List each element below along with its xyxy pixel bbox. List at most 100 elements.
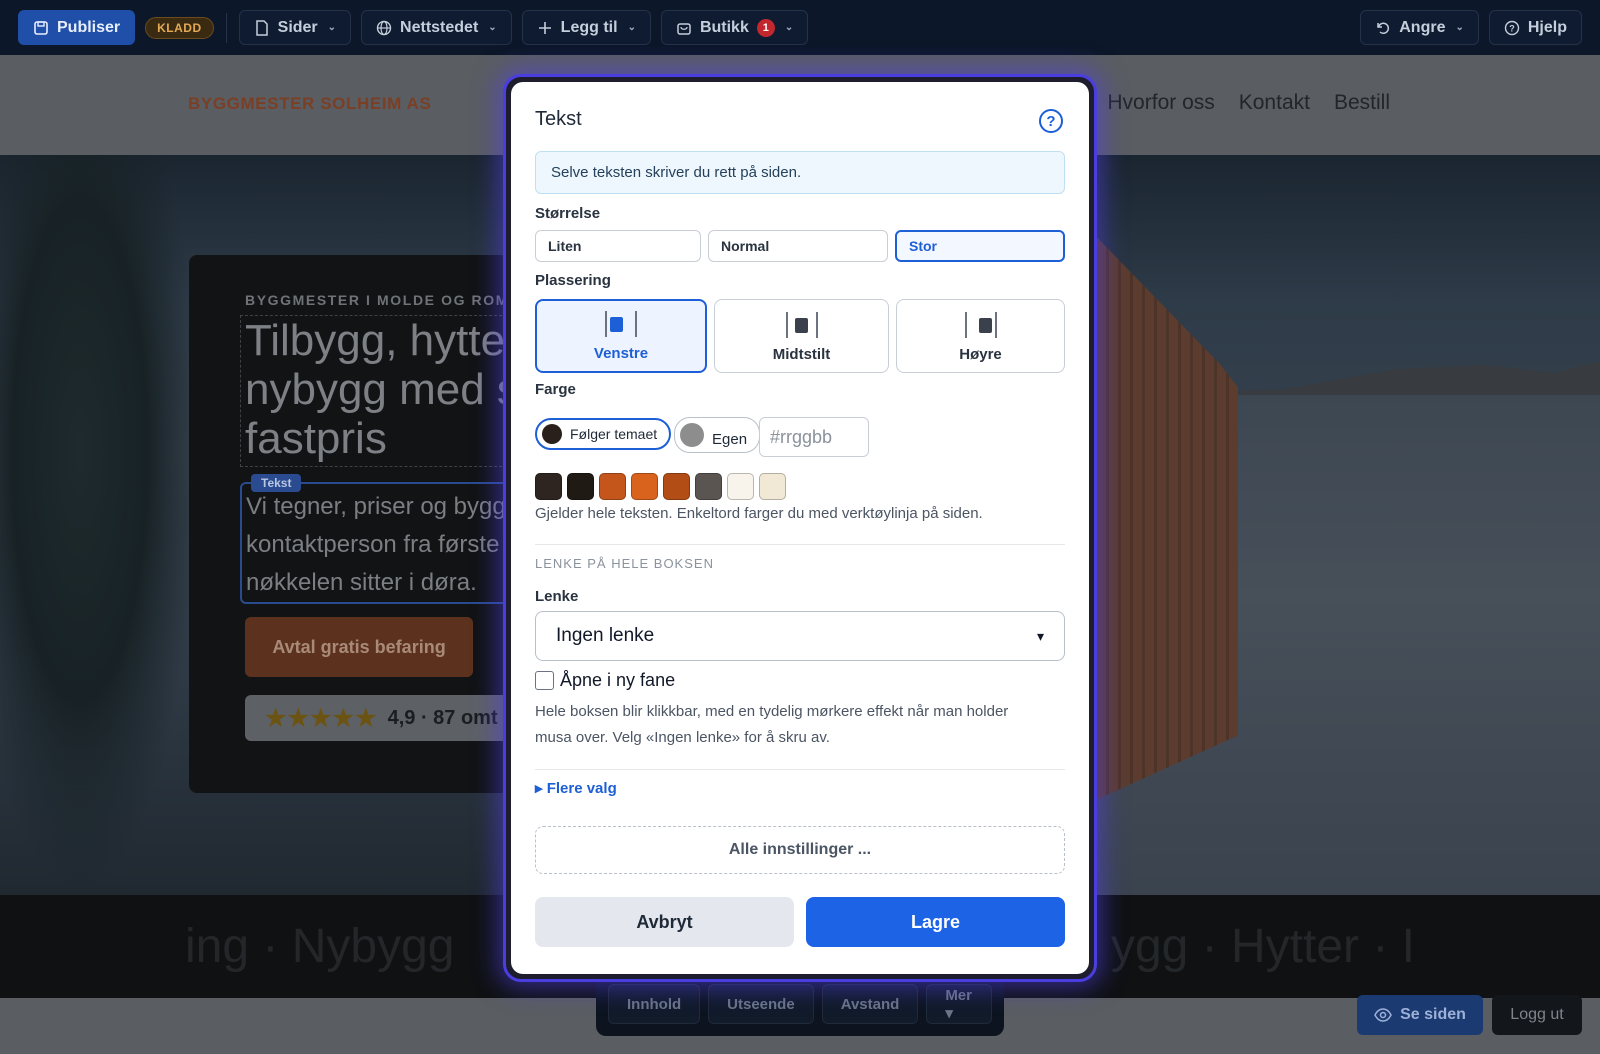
shop-label: Butikk	[699, 18, 749, 36]
help-circle-icon: ?	[1504, 20, 1520, 35]
nav-item-order[interactable]: Bestill	[1334, 91, 1390, 115]
color-note: Gjelder hele teksten. Enkeltord farger d…	[535, 505, 983, 522]
align-left-icon	[605, 311, 637, 337]
placement-left-button[interactable]: Venstre	[535, 299, 707, 373]
size-label: Størrelse	[535, 205, 601, 222]
align-center-icon	[785, 312, 818, 338]
link-section-heading: LENKE PÅ HELE BOKSEN	[535, 556, 714, 571]
hero-headline[interactable]: Tilbygg, hytter nybygg med s fastpris	[240, 315, 512, 467]
nav-item-why-us[interactable]: Hvorfor oss	[1107, 91, 1214, 115]
site-label: Nettstedet	[400, 18, 479, 36]
hero-kicker[interactable]: BYGGMESTER I MOLDE OG ROMSD	[245, 292, 513, 308]
save-button[interactable]: Lagre	[806, 897, 1065, 947]
custom-label: Egen	[712, 430, 748, 448]
color-swatch[interactable]	[663, 473, 690, 500]
add-menu-button[interactable]: Legg til ⌄	[521, 10, 651, 45]
link-select-value: Ingen lenke	[556, 625, 655, 646]
shop-count-badge: 1	[756, 18, 775, 37]
chevron-down-icon: ⌄	[488, 22, 497, 33]
add-label: Legg til	[560, 18, 618, 36]
save-icon	[34, 20, 48, 35]
new-tab-checkbox-row[interactable]: Åpne i ny fane	[535, 670, 675, 691]
undo-icon	[1377, 22, 1390, 34]
shopping-bag-icon	[677, 22, 691, 35]
placement-left-label: Venstre	[593, 345, 649, 362]
color-swatches	[535, 473, 786, 500]
undo-button[interactable]: Angre ⌄	[1360, 10, 1479, 45]
tab-more[interactable]: Mer ▾	[926, 984, 992, 1024]
marquee-text-right: ygg · Hytter · I	[1110, 920, 1415, 973]
color-swatch[interactable]	[567, 473, 594, 500]
info-box: Selve teksten skriver du rett på siden.	[535, 151, 1065, 194]
publish-button[interactable]: Publiser	[18, 10, 136, 45]
color-swatch[interactable]	[759, 473, 786, 500]
follow-theme-label: Følger temaet	[570, 426, 658, 442]
chevron-down-icon: ⌄	[1455, 22, 1464, 33]
tab-spacing[interactable]: Avstand	[821, 984, 919, 1024]
color-follow-theme-chip[interactable]: Følger temaet	[535, 418, 672, 450]
plus-icon	[538, 21, 551, 34]
link-label: Lenke	[535, 588, 579, 605]
color-swatch[interactable]	[535, 473, 562, 500]
nav-item-contact[interactable]: Kontakt	[1239, 91, 1310, 115]
color-swatch[interactable]	[599, 473, 626, 500]
color-swatch[interactable]	[695, 473, 722, 500]
shop-menu-button[interactable]: Butikk 1 ⌄	[660, 10, 809, 45]
view-site-label: Se siden	[1400, 1006, 1466, 1023]
size-option-large[interactable]: Stor	[895, 230, 1065, 262]
align-right-icon	[964, 312, 997, 338]
logout-button[interactable]: Logg ut	[1492, 995, 1582, 1035]
draft-badge: KLADD	[145, 16, 214, 39]
help-button[interactable]: ? Hjelp	[1488, 10, 1582, 45]
hero-cta-button[interactable]: Avtal gratis befaring	[245, 617, 473, 677]
chevron-down-icon: ▾	[1036, 627, 1044, 644]
more-options-toggle[interactable]: ▸ Flere valg	[535, 779, 617, 797]
help-icon[interactable]: ?	[1039, 109, 1063, 133]
hero-body-text-selected[interactable]: Vi tegner, priser og bygg kontaktperson …	[240, 482, 520, 604]
theme-color-dot	[542, 424, 562, 444]
tab-content[interactable]: Innhold	[608, 984, 701, 1024]
pages-label: Sider	[277, 18, 318, 36]
editor-toolbar: Publiser KLADD Sider ⌄ Nettstedet ⌄ Legg…	[0, 0, 1600, 55]
divider	[535, 544, 1065, 545]
color-custom-chip[interactable]: Egen	[674, 417, 761, 453]
hex-color-input[interactable]: #rrggbb	[759, 417, 869, 457]
color-swatch[interactable]	[631, 473, 658, 500]
link-select[interactable]: Ingen lenke ▾	[535, 611, 1065, 661]
color-swatch[interactable]	[727, 473, 754, 500]
help-label: Hjelp	[1527, 18, 1567, 36]
hero-tree-image	[0, 155, 200, 895]
rating-badge: ★★★★★ 4,9 · 87 omt	[245, 695, 520, 741]
new-tab-checkbox[interactable]	[535, 671, 554, 690]
chevron-down-icon: ⌄	[327, 22, 337, 33]
undo-label: Angre	[1399, 18, 1446, 36]
placement-center-button[interactable]: Midtstilt	[714, 299, 889, 373]
star-icons: ★★★★★	[265, 704, 378, 732]
site-nav: n Hvorfor oss Kontakt Bestill	[1072, 91, 1390, 115]
chevron-down-icon: ⌄	[784, 22, 794, 33]
site-logo[interactable]: BYGGMESTER SOLHEIM AS	[188, 94, 431, 114]
new-tab-label: Åpne i ny fane	[560, 670, 676, 690]
publish-label: Publiser	[57, 18, 121, 36]
placement-right-label: Høyre	[959, 346, 1002, 363]
marquee-text-left: ing · Nybygg	[185, 920, 455, 973]
selected-block-tag: Tekst	[251, 474, 302, 492]
eye-icon	[1374, 1008, 1392, 1022]
size-option-small[interactable]: Liten	[535, 230, 701, 262]
link-note: Hele boksen blir klikkbar, med en tydeli…	[535, 703, 1009, 746]
view-site-button[interactable]: Se siden	[1357, 995, 1483, 1035]
page-icon	[255, 19, 268, 36]
rating-text: 4,9 · 87 omt	[387, 706, 498, 729]
cancel-button[interactable]: Avbryt	[535, 897, 794, 947]
placement-center-label: Midtstilt	[772, 346, 831, 363]
size-option-normal[interactable]: Normal	[708, 230, 888, 262]
globe-icon	[376, 20, 392, 35]
site-menu-button[interactable]: Nettstedet ⌄	[361, 10, 512, 45]
all-settings-button[interactable]: Alle innstillinger ...	[535, 826, 1065, 874]
text-settings-dialog: Tekst ? Selve teksten skriver du rett på…	[511, 82, 1089, 974]
tab-appearance[interactable]: Utseende	[708, 984, 814, 1024]
pages-menu-button[interactable]: Sider ⌄	[238, 10, 352, 45]
placement-right-button[interactable]: Høyre	[896, 299, 1065, 373]
toolbar-divider	[225, 12, 227, 43]
svg-text:?: ?	[1509, 23, 1515, 33]
